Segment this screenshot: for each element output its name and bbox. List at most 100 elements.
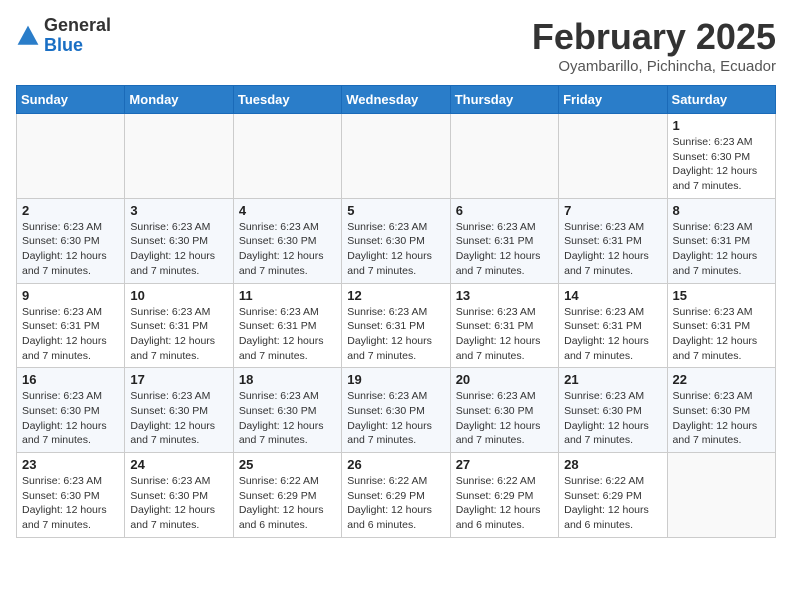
- table-row: 13 Sunrise: 6:23 AMSunset: 6:31 PMDayligh…: [450, 283, 558, 368]
- table-row: 16 Sunrise: 6:23 AMSunset: 6:30 PMDayligh…: [17, 368, 125, 453]
- table-row: [17, 114, 125, 199]
- day-number: 23: [22, 457, 119, 472]
- day-content: Sunrise: 6:22 AMSunset: 6:29 PMDaylight:…: [347, 474, 444, 533]
- table-row: 25Sunrise: 6:22 AMSunset: 6:29 PMDayligh…: [233, 453, 341, 538]
- col-wednesday: Wednesday: [342, 86, 450, 114]
- col-tuesday: Tuesday: [233, 86, 341, 114]
- day-content: Sunrise: 6:23 AMSunset: 6:31 PMDaylight:…: [673, 220, 770, 279]
- calendar-week-1: 1 Sunrise: 6:23 AMSunset: 6:30 PMDaylight…: [17, 114, 776, 199]
- day-content: Sunrise: 6:23 AMSunset: 6:30 PMDaylight:…: [130, 474, 227, 533]
- day-content: Sunrise: 6:23 AMSunset: 6:30 PMDaylight:…: [239, 220, 336, 279]
- day-content: Sunrise: 6:23 AMSunset: 6:30 PMDaylight:…: [22, 474, 119, 533]
- day-content: Sunrise: 6:23 AMSunset: 6:31 PMDaylight:…: [456, 305, 553, 364]
- table-row: 14 Sunrise: 6:23 AMSunset: 6:31 PMDayligh…: [559, 283, 667, 368]
- table-row: 5Sunrise: 6:23 AMSunset: 6:30 PMDaylight…: [342, 198, 450, 283]
- table-row: 12 Sunrise: 6:23 AMSunset: 6:31 PMDayligh…: [342, 283, 450, 368]
- day-number: 9: [22, 288, 119, 303]
- month-title: February 2025: [532, 16, 776, 58]
- day-number: 16: [22, 372, 119, 387]
- table-row: 22 Sunrise: 6:23 AMSunset: 6:30 PMDayligh…: [667, 368, 775, 453]
- day-number: 17: [130, 372, 227, 387]
- logo: General Blue: [16, 16, 111, 56]
- day-number: 21: [564, 372, 661, 387]
- day-number: 19: [347, 372, 444, 387]
- day-content: Sunrise: 6:23 AMSunset: 6:30 PMDaylight:…: [456, 389, 553, 448]
- day-number: 27: [456, 457, 553, 472]
- table-row: 1 Sunrise: 6:23 AMSunset: 6:30 PMDaylight…: [667, 114, 775, 199]
- day-number: 4: [239, 203, 336, 218]
- calendar-table: Sunday Monday Tuesday Wednesday Thursday…: [16, 85, 776, 538]
- table-row: 11 Sunrise: 6:23 AMSunset: 6:31 PMDayligh…: [233, 283, 341, 368]
- table-row: 27 Sunrise: 6:22 AMSunset: 6:29 PMDayligh…: [450, 453, 558, 538]
- day-content: Sunrise: 6:23 AMSunset: 6:30 PMDaylight:…: [22, 220, 119, 279]
- table-row: 2 Sunrise: 6:23 AMSunset: 6:30 PMDaylight…: [17, 198, 125, 283]
- table-row: 8Sunrise: 6:23 AMSunset: 6:31 PMDaylight…: [667, 198, 775, 283]
- table-row: 6 Sunrise: 6:23 AMSunset: 6:31 PMDaylight…: [450, 198, 558, 283]
- col-sunday: Sunday: [17, 86, 125, 114]
- table-row: [559, 114, 667, 199]
- table-row: 10Sunrise: 6:23 AMSunset: 6:31 PMDayligh…: [125, 283, 233, 368]
- logo-blue: Blue: [44, 35, 83, 55]
- location-subtitle: Oyambarillo, Pichincha, Ecuador: [532, 58, 776, 75]
- day-content: Sunrise: 6:23 AMSunset: 6:31 PMDaylight:…: [239, 305, 336, 364]
- day-number: 13: [456, 288, 553, 303]
- table-row: 15 Sunrise: 6:23 AMSunset: 6:31 PMDayligh…: [667, 283, 775, 368]
- table-row: 21 Sunrise: 6:23 AMSunset: 6:30 PMDayligh…: [559, 368, 667, 453]
- table-row: 24 Sunrise: 6:23 AMSunset: 6:30 PMDayligh…: [125, 453, 233, 538]
- calendar-header-row: Sunday Monday Tuesday Wednesday Thursday…: [17, 86, 776, 114]
- day-number: 2: [22, 203, 119, 218]
- day-content: Sunrise: 6:23 AMSunset: 6:30 PMDaylight:…: [673, 135, 770, 194]
- day-content: Sunrise: 6:23 AMSunset: 6:31 PMDaylight:…: [130, 305, 227, 364]
- logo-icon: [16, 24, 40, 48]
- day-number: 15: [673, 288, 770, 303]
- table-row: 9 Sunrise: 6:23 AMSunset: 6:31 PMDaylight…: [17, 283, 125, 368]
- day-content: Sunrise: 6:22 AMSunset: 6:29 PMDaylight:…: [456, 474, 553, 533]
- page-header: General Blue February 2025 Oyambarillo, …: [16, 16, 776, 75]
- day-number: 6: [456, 203, 553, 218]
- day-number: 22: [673, 372, 770, 387]
- day-number: 24: [130, 457, 227, 472]
- calendar-week-5: 23 Sunrise: 6:23 AMSunset: 6:30 PMDayligh…: [17, 453, 776, 538]
- table-row: [233, 114, 341, 199]
- day-content: Sunrise: 6:23 AMSunset: 6:31 PMDaylight:…: [564, 220, 661, 279]
- day-content: Sunrise: 6:23 AMSunset: 6:30 PMDaylight:…: [130, 389, 227, 448]
- day-content: Sunrise: 6:23 AMSunset: 6:30 PMDaylight:…: [347, 389, 444, 448]
- day-number: 28: [564, 457, 661, 472]
- table-row: [125, 114, 233, 199]
- day-content: Sunrise: 6:23 AMSunset: 6:31 PMDaylight:…: [347, 305, 444, 364]
- day-content: Sunrise: 6:23 AMSunset: 6:30 PMDaylight:…: [673, 389, 770, 448]
- logo-general: General: [44, 15, 111, 35]
- table-row: 7 Sunrise: 6:23 AMSunset: 6:31 PMDaylight…: [559, 198, 667, 283]
- table-row: 26Sunrise: 6:22 AMSunset: 6:29 PMDayligh…: [342, 453, 450, 538]
- day-number: 18: [239, 372, 336, 387]
- day-content: Sunrise: 6:23 AMSunset: 6:30 PMDaylight:…: [239, 389, 336, 448]
- table-row: [667, 453, 775, 538]
- table-row: 19 Sunrise: 6:23 AMSunset: 6:30 PMDayligh…: [342, 368, 450, 453]
- day-content: Sunrise: 6:23 AMSunset: 6:30 PMDaylight:…: [564, 389, 661, 448]
- table-row: 4 Sunrise: 6:23 AMSunset: 6:30 PMDaylight…: [233, 198, 341, 283]
- day-content: Sunrise: 6:22 AMSunset: 6:29 PMDaylight:…: [564, 474, 661, 533]
- day-number: 20: [456, 372, 553, 387]
- table-row: 18 Sunrise: 6:23 AMSunset: 6:30 PMDayligh…: [233, 368, 341, 453]
- calendar-week-4: 16 Sunrise: 6:23 AMSunset: 6:30 PMDayligh…: [17, 368, 776, 453]
- day-content: Sunrise: 6:23 AMSunset: 6:31 PMDaylight:…: [564, 305, 661, 364]
- day-content: Sunrise: 6:23 AMSunset: 6:31 PMDaylight:…: [456, 220, 553, 279]
- day-number: 14: [564, 288, 661, 303]
- day-number: 3: [130, 203, 227, 218]
- day-content: Sunrise: 6:23 AMSunset: 6:31 PMDaylight:…: [22, 305, 119, 364]
- day-content: Sunrise: 6:23 AMSunset: 6:30 PMDaylight:…: [347, 220, 444, 279]
- calendar-week-3: 9 Sunrise: 6:23 AMSunset: 6:31 PMDaylight…: [17, 283, 776, 368]
- logo-text: General Blue: [44, 16, 111, 56]
- table-row: 28 Sunrise: 6:22 AMSunset: 6:29 PMDayligh…: [559, 453, 667, 538]
- day-content: Sunrise: 6:23 AMSunset: 6:30 PMDaylight:…: [22, 389, 119, 448]
- day-content: Sunrise: 6:23 AMSunset: 6:31 PMDaylight:…: [673, 305, 770, 364]
- calendar-week-2: 2 Sunrise: 6:23 AMSunset: 6:30 PMDaylight…: [17, 198, 776, 283]
- col-thursday: Thursday: [450, 86, 558, 114]
- day-number: 1: [673, 118, 770, 133]
- day-number: 12: [347, 288, 444, 303]
- table-row: 20 Sunrise: 6:23 AMSunset: 6:30 PMDayligh…: [450, 368, 558, 453]
- title-block: February 2025 Oyambarillo, Pichincha, Ec…: [532, 16, 776, 75]
- day-number: 11: [239, 288, 336, 303]
- day-number: 7: [564, 203, 661, 218]
- col-saturday: Saturday: [667, 86, 775, 114]
